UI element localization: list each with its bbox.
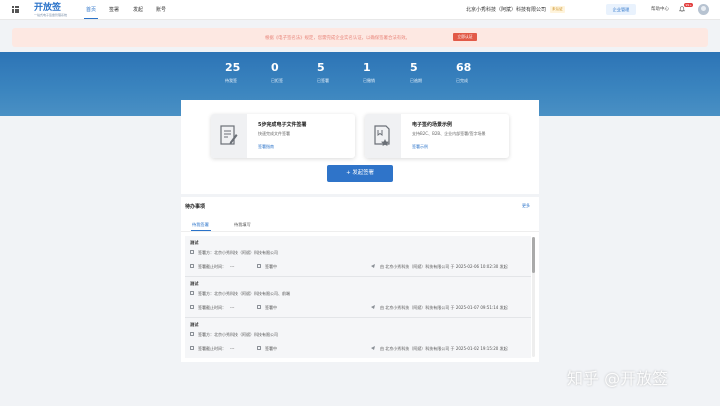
stat-value: 68 [456, 61, 472, 74]
auth-notice-bar: 根据《电子签名法》规定，您需完成企业实名认证，以确保签署合法有效。 立即认证 [12, 28, 708, 47]
feature-title: 5步完成电子文件签署 [258, 122, 307, 128]
clock-icon [190, 264, 194, 268]
stat-pending[interactable]: 25 待我签 [225, 62, 240, 84]
scrollbar-thumb[interactable] [532, 237, 535, 273]
status-icon [257, 346, 261, 350]
stat-signed[interactable]: 5 已签署 [317, 62, 329, 84]
nav-tab-sign[interactable]: 签署 [109, 6, 119, 13]
quick-start-card: 5步完成电子文件签署 快速完成文件签署 签署指南 电子签约场景示例 支持B2C、… [181, 100, 539, 194]
nav-tab-initiate[interactable]: 发起 [133, 6, 143, 13]
item-deadline: 签署截止时间： [198, 305, 226, 310]
tab-pending-fill[interactable]: 待我填写 [234, 222, 251, 228]
sign-examples-link[interactable]: 签署示例 [412, 144, 428, 150]
document-stamp-icon [365, 114, 401, 158]
stat-rejected[interactable]: 0 已拒签 [271, 62, 283, 84]
todo-title: 待办事项 [185, 204, 206, 210]
todo-list: 测试 签署方：北京小秀科技（阿斌）科技有限公司 签署截止时间： --- 签署中 … [185, 236, 531, 358]
logo[interactable]: 开放签 一站式电子签章管理系统 [34, 3, 67, 17]
feature-title: 电子签约场景示例 [412, 122, 453, 128]
item-signer: 签署方：北京小秀科技（阿斌）科技有限公司 [198, 332, 278, 337]
item-title: 测试 [190, 240, 199, 245]
stat-label: 已完成 [456, 78, 468, 83]
bell-icon[interactable] [679, 6, 685, 12]
nav-tab-account[interactable]: 账号 [156, 6, 166, 13]
stat-value: 1 [363, 61, 371, 74]
sign-guide-link[interactable]: 签署指南 [258, 144, 274, 150]
item-status: 签署中 [265, 264, 277, 269]
send-icon [371, 305, 375, 309]
stat-label: 已撤销 [363, 78, 375, 83]
status-icon [257, 305, 261, 309]
list-item[interactable]: 测试 签署方：北京小秀科技（阿斌）科技有限公司 签署截止时间： --- 签署中 … [185, 318, 531, 358]
item-status: 签署中 [265, 346, 277, 351]
stat-label: 已逾期 [410, 78, 422, 83]
watermark: 知乎 @开放签 [567, 369, 669, 388]
send-icon [371, 264, 375, 268]
apps-grid-icon[interactable] [12, 6, 19, 13]
item-deadline: 签署截止时间： [198, 264, 226, 269]
stat-revoked[interactable]: 1 已撤销 [363, 62, 375, 84]
status-icon [257, 264, 261, 268]
item-initiator: 由 北京小秀科技（阿斌）科技有限公司 于 2025-01-02 19:15:20… [380, 346, 508, 351]
stat-value: 25 [225, 61, 241, 74]
item-initiator: 由 北京小秀科技（阿斌）科技有限公司 于 2025-01-07 09:51:14… [380, 305, 508, 310]
stat-label: 已签署 [317, 78, 329, 83]
list-item[interactable]: 测试 签署方：北京小秀科技（阿斌）科技有限公司、前端 签署截止时间： --- 签… [185, 277, 531, 317]
feature-desc: 支持B2C、B2B、企业内部签署/签字场景 [412, 131, 486, 136]
stat-value: 5 [410, 61, 418, 74]
send-icon [371, 346, 375, 350]
divider [181, 231, 539, 232]
logo-name: 开放签 [34, 3, 62, 13]
stat-overdue[interactable]: 5 已逾期 [410, 62, 422, 84]
enterprise-manage-button[interactable]: 企业管理 [606, 4, 636, 15]
start-signing-button[interactable]: + 发起签署 [327, 165, 393, 182]
scrollbar[interactable] [532, 237, 535, 357]
item-deadline-value: --- [230, 305, 235, 310]
clock-icon [190, 346, 194, 350]
item-status: 签署中 [265, 305, 277, 310]
item-title: 测试 [190, 322, 199, 327]
auth-status-badge: 未认证 [550, 6, 565, 13]
item-signer: 签署方：北京小秀科技（阿斌）科技有限公司、前端 [198, 291, 290, 296]
stat-completed[interactable]: 68 已完成 [456, 62, 471, 84]
feature-desc: 快速完成文件签署 [258, 131, 290, 136]
stat-label: 待我签 [225, 78, 237, 83]
todo-panel: 待办事项 更多 待我签署 待我填写 测试 签署方：北京小秀科技（阿斌）科技有限公… [181, 197, 539, 362]
item-title: 测试 [190, 281, 199, 286]
feature-sign-guide[interactable]: 5步完成电子文件签署 快速完成文件签署 签署指南 [211, 114, 355, 158]
verify-now-button[interactable]: 立即认证 [453, 33, 477, 41]
signer-icon [190, 332, 194, 336]
notification-badge: 99+ [684, 3, 694, 7]
list-item[interactable]: 测试 签署方：北京小秀科技（阿斌）科技有限公司 签署截止时间： --- 签署中 … [185, 236, 531, 276]
item-deadline: 签署截止时间： [198, 346, 226, 351]
active-tab-indicator [84, 18, 98, 19]
signer-icon [190, 250, 194, 254]
item-signer: 签署方：北京小秀科技（阿斌）科技有限公司 [198, 250, 278, 255]
company-name[interactable]: 北京小秀科技（阿斌）科技有限公司 [466, 6, 546, 13]
stat-value: 0 [271, 61, 279, 74]
item-deadline-value: --- [230, 264, 235, 269]
clock-icon [190, 305, 194, 309]
notice-text: 根据《电子签名法》规定，您需完成企业实名认证，以确保签署合法有效。 [265, 36, 410, 41]
logo-tagline: 一站式电子签章管理系统 [34, 13, 68, 17]
signer-icon [190, 291, 194, 295]
help-center-link[interactable]: 帮助中心 [651, 6, 669, 12]
item-initiator: 由 北京小秀科技（阿斌）科技有限公司 于 2025-02-06 10:02:30… [380, 264, 508, 269]
nav-tab-home[interactable]: 首页 [86, 6, 96, 13]
feature-scene-examples[interactable]: 电子签约场景示例 支持B2C、B2B、企业内部签署/签字场景 签署示例 [365, 114, 509, 158]
stat-value: 5 [317, 61, 325, 74]
document-edit-icon [211, 114, 247, 158]
tab-pending-sign[interactable]: 待我签署 [192, 222, 209, 228]
top-nav: 开放签 一站式电子签章管理系统 首页 签署 发起 账号 北京小秀科技（阿斌）科技… [0, 0, 720, 20]
avatar[interactable] [698, 4, 709, 15]
item-deadline-value: --- [230, 346, 235, 351]
todo-more-link[interactable]: 更多 [522, 203, 530, 209]
stat-label: 已拒签 [271, 78, 283, 83]
